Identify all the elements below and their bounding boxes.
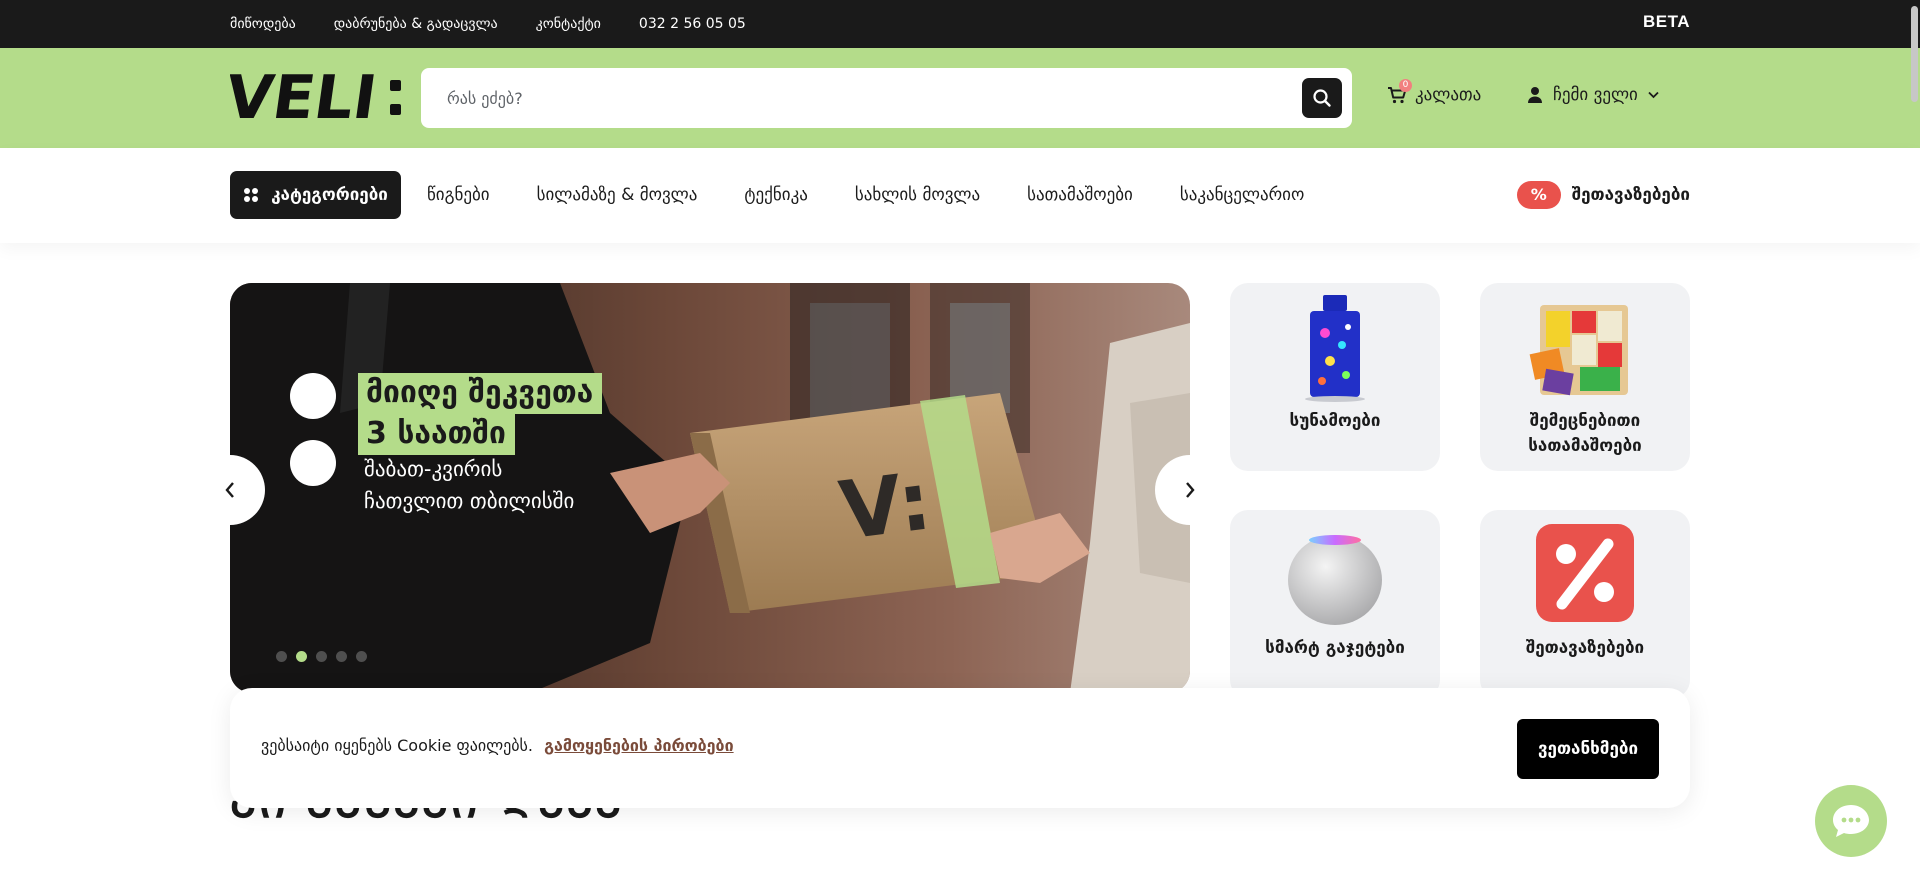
- veli-logo[interactable]: VELI: [230, 70, 408, 122]
- offers-link[interactable]: % შეთავაზებები: [1516, 181, 1690, 209]
- svg-text:V:: V:: [835, 454, 936, 557]
- phone-number[interactable]: 032 2 56 05 05: [639, 16, 746, 32]
- promo-subtitle: შაბათ-კვირის ჩათვლით თბილისში: [364, 453, 704, 517]
- search-bar: [421, 68, 1352, 128]
- wooden-puzzle-icon: [1529, 305, 1628, 396]
- slider-dot-active[interactable]: [296, 651, 307, 662]
- badge-dot-top: [290, 373, 336, 419]
- beta-label: BETA: [1642, 12, 1690, 31]
- nav-item-beauty[interactable]: სილამაზე & მოვლა: [537, 185, 698, 205]
- cart-count-badge: 0: [1399, 79, 1412, 92]
- account-label: ჩემი ველი: [1553, 85, 1638, 105]
- slider-dot[interactable]: [336, 651, 347, 662]
- slider-next-button[interactable]: [1155, 455, 1225, 525]
- chat-bubble-icon: [1833, 805, 1869, 837]
- nav-item-home-care[interactable]: სახლის მოვლა: [855, 185, 980, 205]
- user-icon: [1528, 87, 1542, 103]
- returns-link[interactable]: დაბრუნება & გადაცვლა: [334, 16, 498, 32]
- cart-button[interactable]: 0 კალათა: [1387, 79, 1482, 105]
- delivery-link[interactable]: მიწოდება: [230, 16, 296, 32]
- tile-educational-toys[interactable]: შემეცნებითი სათამაშოები: [1480, 283, 1690, 471]
- badge-dot-bottom: [290, 440, 336, 486]
- nav-item-toys[interactable]: სათამაშოები: [1027, 185, 1133, 205]
- tile-smart-gadgets-label: სმარტ გაჯეტები: [1265, 638, 1405, 658]
- contact-link[interactable]: კონტაქტი: [536, 16, 601, 32]
- cookie-message: ვებსაიტი იყენებს Cookie ფაილებს.: [261, 736, 533, 755]
- categories-button[interactable]: კატეგორიები: [230, 171, 401, 219]
- grid-icon: [244, 188, 259, 202]
- slider-dots: [276, 651, 367, 662]
- tile-perfumes[interactable]: სუნამოები: [1230, 283, 1440, 471]
- nav-item-stationery[interactable]: საკანცელარიო: [1180, 185, 1304, 205]
- cart-label: კალათა: [1415, 85, 1482, 105]
- terms-link[interactable]: გამოყენების პირობები: [544, 736, 734, 755]
- promo-title: მიიღე შეკვეთა 3 საათში: [358, 373, 808, 455]
- tile-offers[interactable]: შეთავაზებები: [1480, 510, 1690, 698]
- promo-title-line-1: მიიღე შეკვეთა: [358, 373, 603, 414]
- tile-perfumes-label: სუნამოები: [1289, 411, 1381, 431]
- account-menu[interactable]: ჩემი ველი: [1527, 85, 1659, 105]
- smart-speaker-icon: [1288, 535, 1382, 625]
- tile-offers-label: შეთავაზებები: [1525, 638, 1645, 658]
- cookie-banner: ვებსაიტი იყენებს Cookie ფაილებს. გამოყენ…: [230, 688, 1690, 808]
- offers-label: შეთავაზებები: [1571, 185, 1690, 205]
- perfume-bottle-icon: [1305, 295, 1365, 402]
- chevron-right-icon: [1186, 482, 1195, 498]
- nav-item-books[interactable]: წიგნები: [427, 185, 490, 205]
- search-icon: [1313, 89, 1331, 107]
- cart-icon: 0: [1387, 79, 1412, 105]
- page-scrollbar[interactable]: [1911, 6, 1918, 102]
- svg-text:VELI: VELI: [230, 70, 381, 122]
- promo-subtitle-line-2: ჩათვლით თბილისში: [364, 489, 575, 513]
- categories-label: კატეგორიები: [271, 185, 388, 205]
- slider-dot[interactable]: [356, 651, 367, 662]
- promo-subtitle-line-1: შაბათ-კვირის: [364, 457, 503, 481]
- percent-icon: %: [1516, 181, 1561, 209]
- slider-dot[interactable]: [276, 651, 287, 662]
- chevron-down-icon: [1648, 91, 1659, 99]
- header: VELI 0 კალათა ჩემი ველი: [0, 48, 1920, 148]
- top-bar: მიწოდება დაბრუნება & გადაცვლა კონტაქტი 0…: [0, 0, 1920, 48]
- cookie-text: ვებსაიტი იყენებს Cookie ფაილებს. გამოყენ…: [261, 736, 734, 755]
- chat-button[interactable]: [1815, 785, 1887, 857]
- slider-prev-button[interactable]: [195, 455, 265, 525]
- nav-item-tech[interactable]: ტექნიკა: [744, 185, 807, 205]
- category-nav: კატეგორიები წიგნები სილამაზე & მოვლა ტექ…: [0, 148, 1920, 243]
- promo-title-line-2: 3 საათში: [358, 414, 515, 455]
- search-input[interactable]: [447, 68, 1267, 128]
- search-button[interactable]: [1302, 78, 1342, 118]
- top-links: მიწოდება დაბრუნება & გადაცვლა კონტაქტი 0…: [230, 0, 746, 48]
- tile-smart-gadgets[interactable]: სმარტ გაჯეტები: [1230, 510, 1440, 698]
- percent-badge-icon: [1536, 524, 1634, 622]
- tile-educational-toys-label: შემეცნებითი სათამაშოები: [1528, 411, 1642, 456]
- accept-cookies-button[interactable]: ვეთანხმები: [1517, 719, 1659, 779]
- slider-dot[interactable]: [316, 651, 327, 662]
- hero-slider[interactable]: V: მიიღე შეკვეთა 3 საათში შაბათ-კვირის ჩ…: [230, 283, 1190, 693]
- category-links: წიგნები სილამაზე & მოვლა ტექნიკა სახლის …: [427, 171, 1304, 219]
- chevron-left-icon: [225, 482, 234, 498]
